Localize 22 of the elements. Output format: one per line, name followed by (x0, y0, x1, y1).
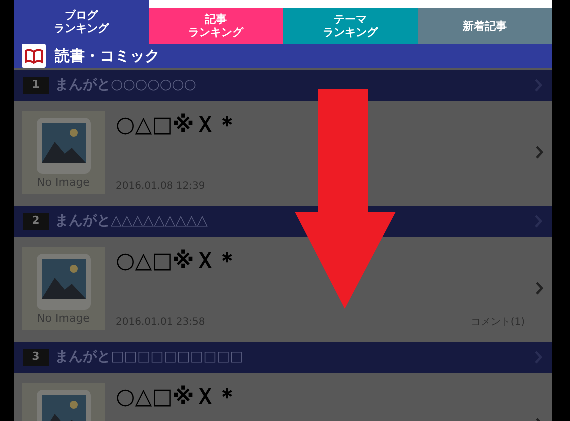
image-icon (36, 254, 90, 310)
rank-number: 3 (23, 349, 49, 366)
entry-title: ○△□※Ｘ＊ (116, 115, 240, 137)
chevron-right-icon (536, 282, 544, 295)
entry-row[interactable]: ○△□※Ｘ＊ (14, 373, 552, 421)
rank-number: 1 (23, 77, 49, 94)
blog-rank-row[interactable]: 1 まんがと○○○○○○○ (14, 70, 552, 101)
chevron-right-icon (536, 146, 544, 159)
open-book-icon (22, 44, 46, 68)
blog-name: まんがと□□□□□□□□□□ (55, 348, 244, 367)
image-icon (36, 118, 90, 174)
blog-name: まんがと○○○○○○○ (55, 76, 198, 95)
ranking-tab[interactable]: テーマ ランキング (283, 8, 418, 44)
rank-number: 2 (23, 213, 49, 230)
entry-title: ○△□※Ｘ＊ (116, 387, 240, 409)
ranking-tab[interactable]: ブログ ランキング (14, 0, 148, 44)
ranking-tab[interactable]: 記事 ランキング (148, 8, 283, 44)
ranking-tab[interactable]: 新着記事 (418, 8, 552, 44)
category-title: 読書・コミック (55, 46, 160, 67)
entry-title: ○△□※Ｘ＊ (116, 251, 240, 273)
blog-name: まんがと△△△△△△△△△ (55, 212, 209, 231)
blog-rank-row[interactable]: 3 まんがと□□□□□□□□□□ (14, 342, 552, 373)
